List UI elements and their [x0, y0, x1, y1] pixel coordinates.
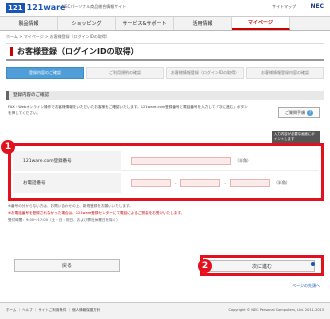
form-row-phone: お電話番号 - - （半角）	[13, 173, 319, 193]
footer: ホーム ｜ ヘルプ ｜ サイトご利用条件 ｜ 個人情報保護方針 Copyrigh…	[0, 302, 330, 319]
phone-part1-input[interactable]	[131, 179, 171, 187]
page-top-link[interactable]: ページの先頭へ	[292, 283, 320, 289]
phone-dash-1: -	[175, 180, 177, 186]
step-review: お客様情報登録内容の確認	[246, 67, 324, 79]
step-terms: ご利用規約の確認	[86, 67, 164, 79]
step-confirm: 登録内容のご確認	[6, 67, 84, 79]
login-form-highlight: 121ware.com登録番号 （半角） お電話番号 - - （半角）	[8, 143, 324, 201]
phone-part2-input[interactable]	[180, 179, 221, 187]
page-title: お客様登録（ログインIDの取得）	[17, 47, 139, 56]
next-button[interactable]: 次に進む	[209, 260, 315, 272]
note-line-2: ※お電話番号を登録されなかった場合は、121ware登録センターにて電話によるご…	[8, 211, 185, 215]
brand-subtitle: NECパーソナル商品総合情報サイト	[62, 4, 127, 9]
phone-hint: （半角）	[273, 180, 290, 185]
nav-shopping[interactable]: ショッピング	[58, 17, 116, 30]
note-line-1: ※番号の分からない方は、お問い合わせの上、新規登録をお願いいたします。	[8, 204, 133, 208]
step-badge-2: 2	[198, 259, 212, 273]
breadcrumb[interactable]: ホーム > マイページ > お客様登録（ログインIDの取得）	[6, 34, 110, 40]
nav-support[interactable]: サービス&サポート	[116, 17, 174, 30]
title-accent	[10, 47, 13, 56]
logo-mark: 121	[6, 2, 25, 13]
registration-hint: （半角）	[235, 157, 251, 163]
nav-usage[interactable]: 活用情報	[174, 17, 232, 30]
form-row-registration: 121ware.com登録番号 （半角）	[13, 150, 319, 171]
help-button[interactable]: ご質問手順 ?	[278, 107, 320, 118]
step-badge-1: 1	[1, 140, 15, 154]
section-heading: 登録内容のご確認	[6, 91, 324, 100]
tooltip: 入力内容が必要な画面にポイントします	[272, 131, 320, 143]
nec-logo: NEC	[310, 3, 324, 10]
note-line-3: 受付時間：9:00〜17:00（土・日・祝日、および弊社休業日を除く）	[8, 218, 120, 222]
next-button-highlight: 次に進む	[200, 255, 324, 276]
main-nav: 製品情報 ショッピング サービス&サポート 活用情報 マイページ	[0, 16, 330, 31]
sitemap-link[interactable]: サイトマップ	[272, 4, 296, 10]
registration-number-input[interactable]	[131, 156, 231, 165]
help-label: ご質問手順	[285, 109, 305, 115]
back-button[interactable]: 戻る	[14, 259, 120, 272]
top-header: 121 121ware NECパーソナル商品総合情報サイト サイトマップ NEC	[0, 0, 330, 15]
step-register: お客様情報登録（ログインIDの取得）	[166, 67, 244, 79]
phone-number-label: お電話番号	[13, 173, 121, 193]
footer-links[interactable]: ホーム ｜ ヘルプ ｜ サイトご利用条件 ｜ 個人情報保護方針	[6, 308, 100, 313]
nav-mypage[interactable]: マイページ	[232, 17, 290, 30]
question-icon: ?	[307, 109, 313, 116]
copyright: Copyright © NEC Personal Computers, Ltd.…	[228, 308, 325, 312]
arrow-icon	[311, 262, 315, 266]
nav-products[interactable]: 製品情報	[0, 17, 58, 30]
logo-text: 121ware	[26, 3, 66, 12]
description-text: FAX・Webオンライン操作でお客様情報をいただいたお客様をご確認いたします。1…	[8, 105, 248, 115]
title-bar: お客様登録（ログインIDの取得）	[6, 43, 324, 61]
notes: ※番号の分からない方は、お問い合わせの上、新規登録をお願いいたします。 ※お電話…	[8, 203, 324, 224]
progress-steps: 登録内容のご確認 ご利用規約の確認 お客様情報登録（ログインIDの取得） お客様…	[6, 67, 324, 79]
phone-dash-2: -	[224, 180, 226, 186]
registration-number-label: 121ware.com登録番号	[13, 150, 121, 171]
logo[interactable]: 121 121ware	[6, 2, 65, 13]
phone-part3-input[interactable]	[229, 179, 270, 187]
